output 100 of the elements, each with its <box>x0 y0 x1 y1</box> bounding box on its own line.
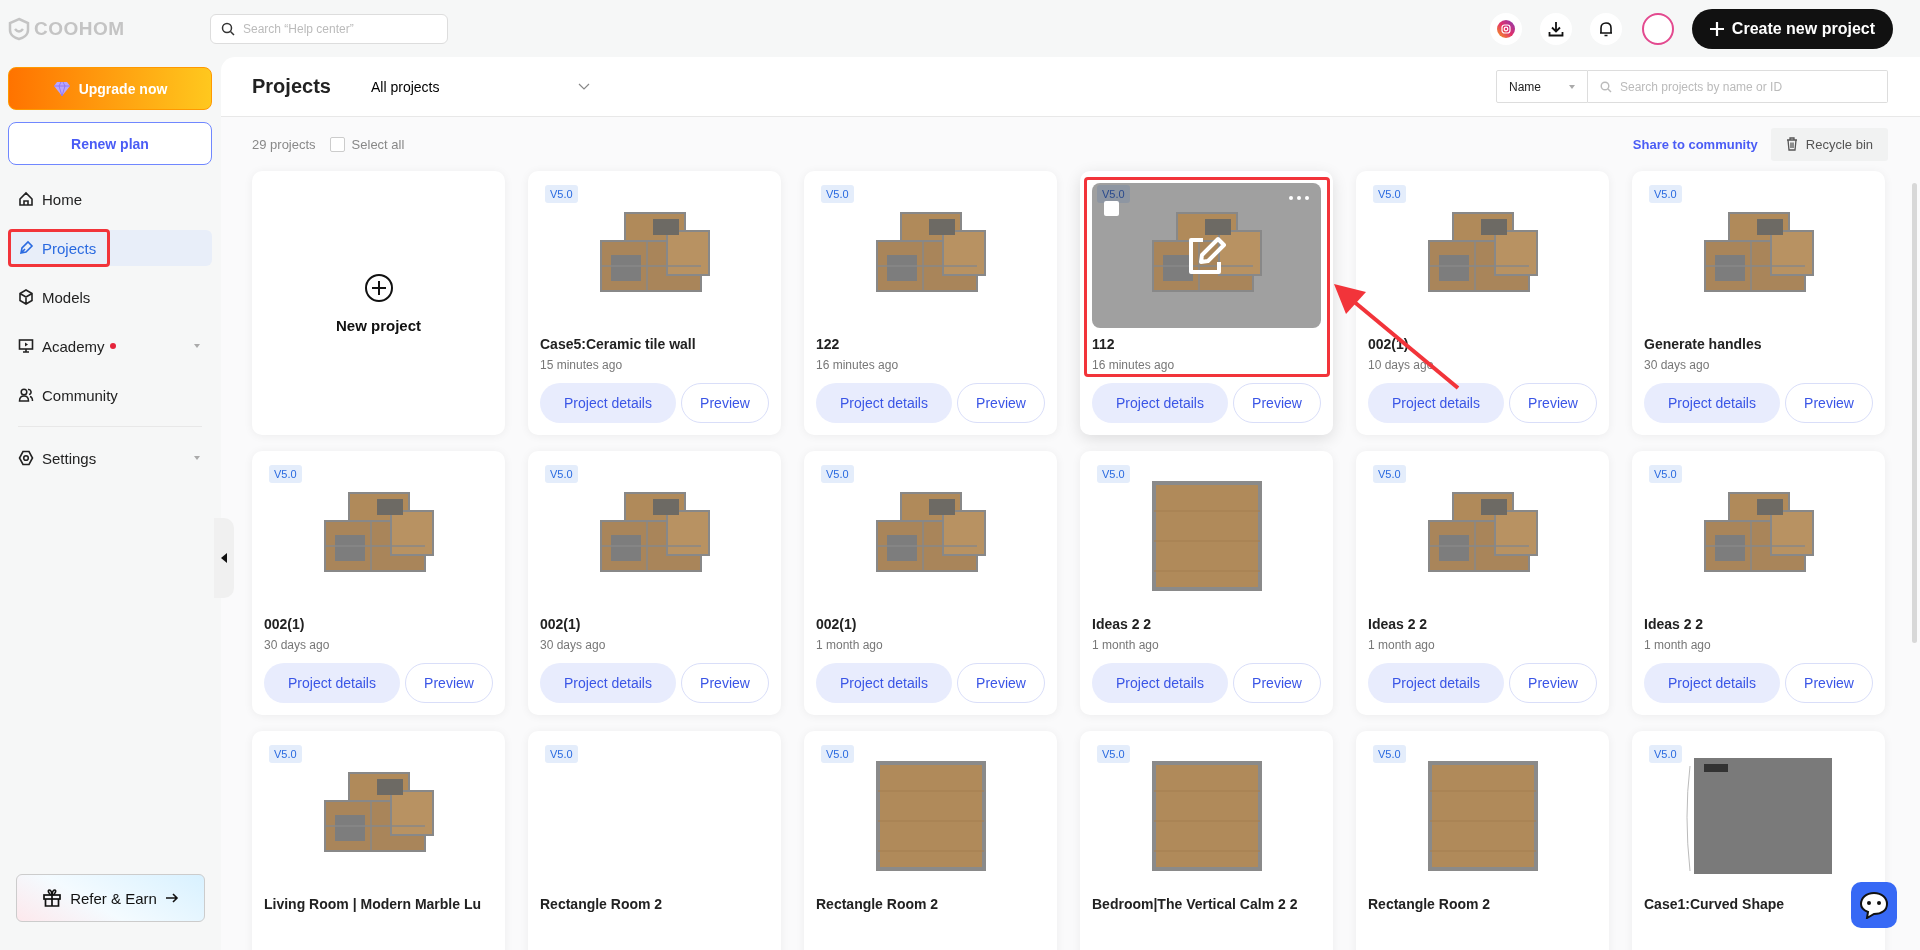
select-all-checkbox[interactable]: Select all <box>329 136 405 152</box>
sidebar-nav-item[interactable]: Home <box>8 181 212 217</box>
sidebar-nav-item[interactable]: Settings <box>8 440 212 476</box>
notification-button[interactable] <box>1589 12 1622 45</box>
shield-logo-icon <box>8 16 30 41</box>
download-icon <box>1547 20 1564 37</box>
renew-plan-button[interactable]: Renew plan <box>8 122 212 165</box>
project-title[interactable]: 122 <box>816 336 840 352</box>
project-title[interactable]: Case5:Ceramic tile wall <box>540 336 696 352</box>
project-title[interactable]: Living Room | Modern Marble Lu <box>264 896 482 912</box>
pen-icon <box>18 240 34 256</box>
version-badge: V5.0 <box>821 465 854 483</box>
more-icon[interactable] <box>1289 196 1309 200</box>
version-badge: V5.0 <box>1097 465 1130 483</box>
project-search-box[interactable]: Search projects by name or ID <box>1588 70 1888 103</box>
bell-icon <box>1598 20 1613 37</box>
preview-button[interactable]: Preview <box>1233 383 1321 423</box>
project-time: 16 minutes ago <box>1092 358 1175 372</box>
project-title[interactable]: 002(1) <box>816 616 857 632</box>
cube-icon <box>18 289 34 305</box>
sidebar-nav-item[interactable]: Projects <box>8 230 212 266</box>
project-title[interactable]: 002(1) <box>540 616 581 632</box>
project-title[interactable]: Generate handles <box>1644 336 1762 352</box>
version-badge: V5.0 <box>545 185 578 203</box>
project-title[interactable]: Ideas 2 2 <box>1644 616 1704 632</box>
project-details-button[interactable]: Project details <box>264 663 400 703</box>
preview-button[interactable]: Preview <box>957 383 1045 423</box>
project-title[interactable]: 112 <box>1092 336 1115 352</box>
preview-button[interactable]: Preview <box>681 383 769 423</box>
project-details-button[interactable]: Project details <box>540 383 676 423</box>
create-project-button[interactable]: Create new project <box>1691 8 1893 49</box>
preview-button[interactable]: Preview <box>1509 383 1597 423</box>
avatar[interactable] <box>1641 12 1674 45</box>
chat-button[interactable] <box>1851 882 1897 928</box>
version-badge: V5.0 <box>1649 465 1682 483</box>
version-badge: V5.0 <box>1649 185 1682 203</box>
download-button[interactable] <box>1539 12 1572 45</box>
project-details-button[interactable]: Project details <box>816 663 952 703</box>
gear-icon <box>18 450 34 466</box>
preview-button[interactable]: Preview <box>1785 383 1873 423</box>
plus-icon <box>1709 21 1724 36</box>
project-details-button[interactable]: Project details <box>1092 383 1228 423</box>
project-title[interactable]: Rectangle Room 2 <box>816 896 939 912</box>
page-title: Projects <box>252 75 332 98</box>
instagram-button[interactable] <box>1489 12 1522 45</box>
preview-button[interactable]: Preview <box>1785 663 1873 703</box>
project-details-button[interactable]: Project details <box>540 663 676 703</box>
project-title[interactable]: Rectangle Room 2 <box>540 896 663 912</box>
sidebar-nav-item[interactable]: Models <box>8 279 212 315</box>
scrollbar[interactable] <box>1912 183 1917 643</box>
sidebar-nav-item[interactable]: Community <box>8 377 212 413</box>
chat-bubble-icon <box>1859 891 1889 919</box>
project-time: 30 days ago <box>264 638 330 652</box>
preview-button[interactable]: Preview <box>681 663 769 703</box>
project-details-button[interactable]: Project details <box>816 383 952 423</box>
recycle-bin-button[interactable]: Recycle bin <box>1770 127 1888 161</box>
project-title[interactable]: Bedroom|The Vertical Calm 2 2 <box>1092 896 1298 912</box>
project-details-button[interactable]: Project details <box>1644 663 1780 703</box>
preview-button[interactable]: Preview <box>957 663 1045 703</box>
version-badge: V5.0 <box>821 185 854 203</box>
search-box[interactable]: Search “Help center” <box>210 13 448 44</box>
search-field[interactable]: Search “Help center” <box>241 20 437 37</box>
version-badge: V5.0 <box>821 745 854 763</box>
project-details-button[interactable]: Project details <box>1368 663 1504 703</box>
project-title[interactable]: Case1:Curved Shape <box>1644 896 1785 912</box>
project-count: 29 projects <box>252 136 316 152</box>
camera-icon <box>1496 19 1515 38</box>
diamond-icon <box>52 80 71 97</box>
share-community-link[interactable]: Share to community <box>1632 136 1758 152</box>
project-title[interactable]: Ideas 2 2 <box>1368 616 1428 632</box>
project-details-button[interactable]: Project details <box>1644 383 1780 423</box>
project-filter-dropdown[interactable]: All projects <box>371 78 590 95</box>
people-icon <box>18 387 34 403</box>
version-badge: V5.0 <box>545 465 578 483</box>
new-project-card[interactable]: New project <box>252 171 505 435</box>
project-time: 1 month ago <box>1644 638 1711 652</box>
project-title[interactable]: 002(1) <box>264 616 305 632</box>
version-badge: V5.0 <box>1373 185 1406 203</box>
chevron-down-icon <box>578 83 590 90</box>
project-time: 1 month ago <box>1092 638 1159 652</box>
preview-button[interactable]: Preview <box>405 663 493 703</box>
version-badge: V5.0 <box>1097 185 1130 203</box>
preview-button[interactable]: Preview <box>1509 663 1597 703</box>
version-badge: V5.0 <box>269 745 302 763</box>
version-badge: V5.0 <box>1097 745 1130 763</box>
house-icon <box>18 191 34 207</box>
checkbox[interactable] <box>1104 201 1119 216</box>
preview-button[interactable]: Preview <box>1233 663 1321 703</box>
project-details-button[interactable]: Project details <box>1092 663 1228 703</box>
refer-earn-button[interactable]: Refer & Earn <box>16 874 205 922</box>
project-time: 16 minutes ago <box>816 358 899 372</box>
project-details-button[interactable]: Project details <box>1368 383 1504 423</box>
project-title[interactable]: Ideas 2 2 <box>1092 616 1152 632</box>
project-title[interactable]: Rectangle Room 2 <box>1368 896 1491 912</box>
version-badge: V5.0 <box>1649 745 1682 763</box>
search-icon <box>221 21 235 36</box>
edit-icon[interactable] <box>1186 235 1227 276</box>
version-badge: V5.0 <box>545 745 578 763</box>
project-time: 1 month ago <box>816 638 883 652</box>
sidebar-nav-item[interactable]: Academy <box>8 328 212 364</box>
